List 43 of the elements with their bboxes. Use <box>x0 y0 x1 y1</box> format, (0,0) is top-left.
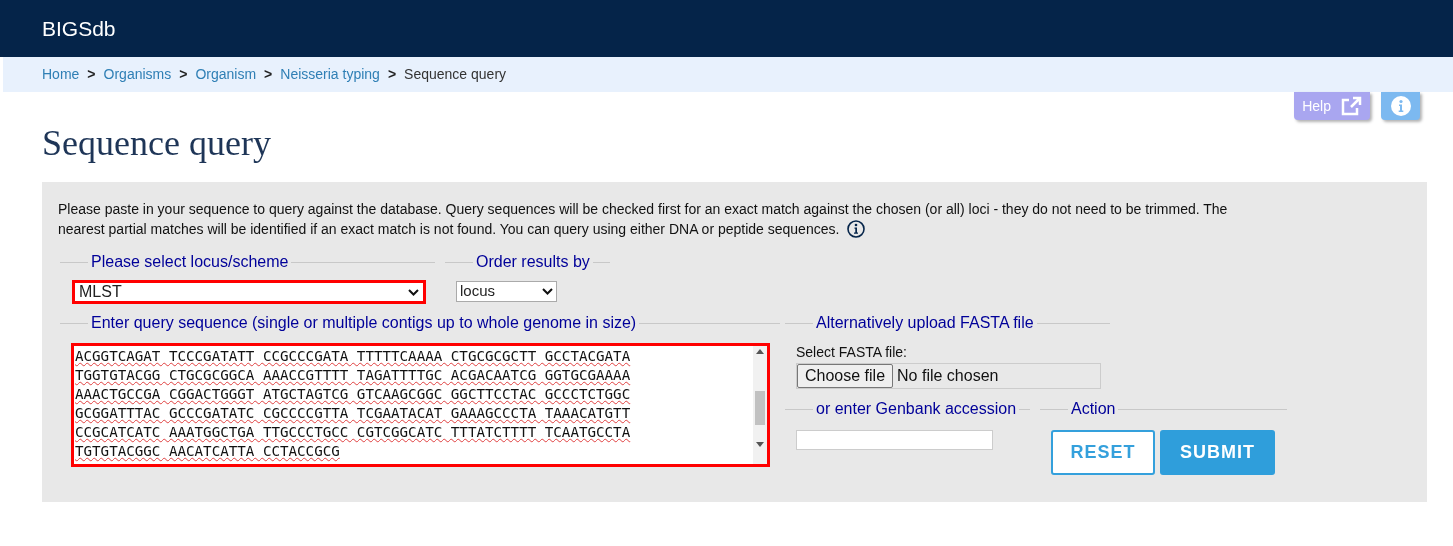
sequence-textarea[interactable] <box>71 343 770 467</box>
fasta-label: Select FASTA file: <box>796 343 908 362</box>
sequence-line: TGTGTACGGC AACATCATTA CCTACCGCG <box>75 442 340 461</box>
reset-button[interactable]: RESET <box>1051 430 1155 475</box>
page-title: Sequence query <box>42 122 271 165</box>
fieldset-legend: Order results by <box>473 252 593 272</box>
intro-text: Please paste in your sequence to query against the database. Query sequences will be checked first for an exact match against the chosen (or all) loci - they do not need to be trimmed. The nearest partial matches will be identified if an exact match is not found. You can query using either DNA or peptide sequences. <box>58 200 1229 239</box>
breadcrumb-separator: > <box>387 65 397 84</box>
sequence-line: ACGGTCAGAT TCCCGATATT CCGCCCGATA TTTTTCAAAA CTGCGCGCTT GCCTACGATA <box>75 347 631 366</box>
breadcrumb-separator: > <box>264 65 273 84</box>
fieldset-legend: Please select locus/scheme <box>88 252 292 272</box>
file-status: No file chosen <box>897 366 999 386</box>
choose-file-button[interactable]: Choose file <box>797 364 894 388</box>
caret-icon <box>408 288 419 296</box>
site-title[interactable]: BIGSdb <box>42 12 116 45</box>
breadcrumb-current: Sequence query <box>404 65 507 84</box>
sequence-line: GCGGATTTAC GCCCGATATC CGCCCCGTTA TCGAATACAT GAAAGCCCTA TAAACATGTT <box>75 404 631 423</box>
fieldset-legend: Alternatively upload FASTA file <box>813 313 1037 333</box>
sequence-line: TGGTGTACGG CTGCGCGGCA AAACCGTTTT TAGATTTTGC ACGACAATCG GGTGCGAAAA <box>75 366 631 385</box>
breadcrumb-link[interactable]: Home <box>42 64 80 85</box>
file-input[interactable]: Choose file No file chosen <box>796 363 1101 389</box>
sequence-line: CCGCATCATC AAATGGCTGA TTGCCCTGCC CGTCGGCATC TTTATCTTTT TCAATGCCTA <box>75 423 631 442</box>
fieldset-legend: Action <box>1068 399 1119 419</box>
breadcrumb-link[interactable]: Organism <box>195 64 257 85</box>
breadcrumb-separator: > <box>87 65 96 84</box>
scheme-dropdown[interactable]: MLST <box>72 280 426 304</box>
info-icon <box>1390 96 1411 116</box>
info-icon <box>847 220 866 238</box>
help-button[interactable]: Help <box>1294 92 1370 120</box>
breadcrumb-link[interactable]: Neisseria typing <box>280 64 380 85</box>
fieldset-legend: or enter Genbank accession <box>813 399 1020 419</box>
sequence-line: AAACTGCCGA CGGACTGGGT ATGCTAGTCG GTCAAGCGGC GGCTTCCTAC GCCCTCTGGC <box>75 385 631 404</box>
sort-dropdown[interactable]: locus <box>456 281 557 302</box>
breadcrumb-link[interactable]: Organisms <box>103 64 172 85</box>
scroll-down-icon[interactable] <box>756 442 764 447</box>
scroll-up-icon[interactable] <box>756 349 764 354</box>
fieldset-legend: Enter query sequence (single or multiple contigs up to whole genome in size) <box>88 313 640 333</box>
genbank-field[interactable] <box>796 430 993 450</box>
caret-icon <box>542 288 553 295</box>
scrollbar-thumb[interactable] <box>755 391 765 425</box>
breadcrumb-separator: > <box>179 65 188 84</box>
external-link-icon <box>1340 96 1362 116</box>
submit-button[interactable]: SUBMIT <box>1160 430 1275 475</box>
